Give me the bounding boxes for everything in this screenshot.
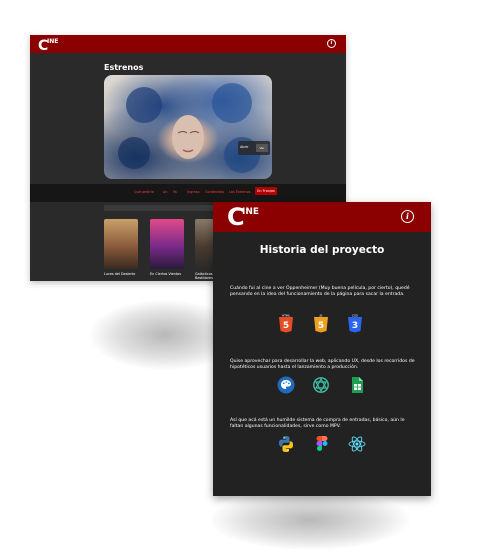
- palette-icon: [277, 376, 295, 394]
- python-icon: [277, 435, 295, 453]
- svg-text:5: 5: [283, 321, 289, 331]
- figma-icon: [313, 435, 331, 453]
- hero-image[interactable]: Abrir Ver: [104, 75, 272, 179]
- hero-view-button[interactable]: Ver: [256, 144, 268, 152]
- intro-paragraph: Cuándo fui al cine a ver Oppenheimer (Mu…: [230, 286, 410, 298]
- react-icon: [348, 435, 366, 453]
- nav-item[interactable]: Ah: [163, 190, 167, 194]
- movie-title: Luces del Desierto: [104, 272, 136, 276]
- face-illustration: [118, 83, 260, 173]
- nav-item[interactable]: Ya: [173, 190, 177, 194]
- nav-item[interactable]: Los Estrenos: [229, 190, 250, 194]
- mvp-paragraph: Así que acá está un humilde sistema de c…: [230, 418, 405, 430]
- openai-icon: [312, 376, 330, 394]
- svg-text:JS: JS: [319, 314, 323, 318]
- hero-card: Abrir Ver: [238, 141, 270, 155]
- front-header: C INE i: [213, 202, 431, 232]
- svg-text:HTML: HTML: [282, 314, 291, 318]
- ux-paragraph: Quise aprovechar para desarrollar la web…: [230, 359, 415, 371]
- movie-poster[interactable]: [150, 219, 184, 269]
- nav-item[interactable]: Contenidos: [205, 190, 224, 194]
- sheets-icon: [348, 376, 366, 394]
- nav-item[interactable]: Qué pedirle: [134, 190, 154, 194]
- movie-poster[interactable]: [104, 219, 138, 269]
- back-nav: Qué pedirle Ah Ya Ingreso Contenidos Los…: [30, 184, 346, 202]
- front-info-icon[interactable]: i: [401, 210, 414, 223]
- svg-text:3: 3: [352, 321, 358, 331]
- front-logo[interactable]: C INE: [227, 205, 259, 229]
- back-info-icon[interactable]: i: [327, 39, 336, 48]
- back-section-title: Estrenos: [104, 63, 144, 72]
- html5-icon: HTML 5: [277, 313, 295, 333]
- front-screenshot: C INE i Historia del proyecto Cuándo fui…: [213, 202, 431, 496]
- back-logo[interactable]: C INE: [38, 37, 58, 54]
- back-header: C INE i: [30, 35, 346, 53]
- css3-icon: CSS 3: [346, 313, 364, 333]
- nav-item[interactable]: Ingreso: [187, 190, 200, 194]
- front-shadow: [210, 490, 410, 550]
- page-title: Historia del proyecto: [259, 244, 385, 256]
- svg-text:5: 5: [318, 321, 324, 331]
- js-icon: JS 5: [312, 313, 330, 333]
- movie-title: En Ciertos Vientos: [150, 272, 181, 276]
- nav-item-active[interactable]: En Franjas: [255, 187, 277, 195]
- svg-text:CSS: CSS: [352, 314, 358, 318]
